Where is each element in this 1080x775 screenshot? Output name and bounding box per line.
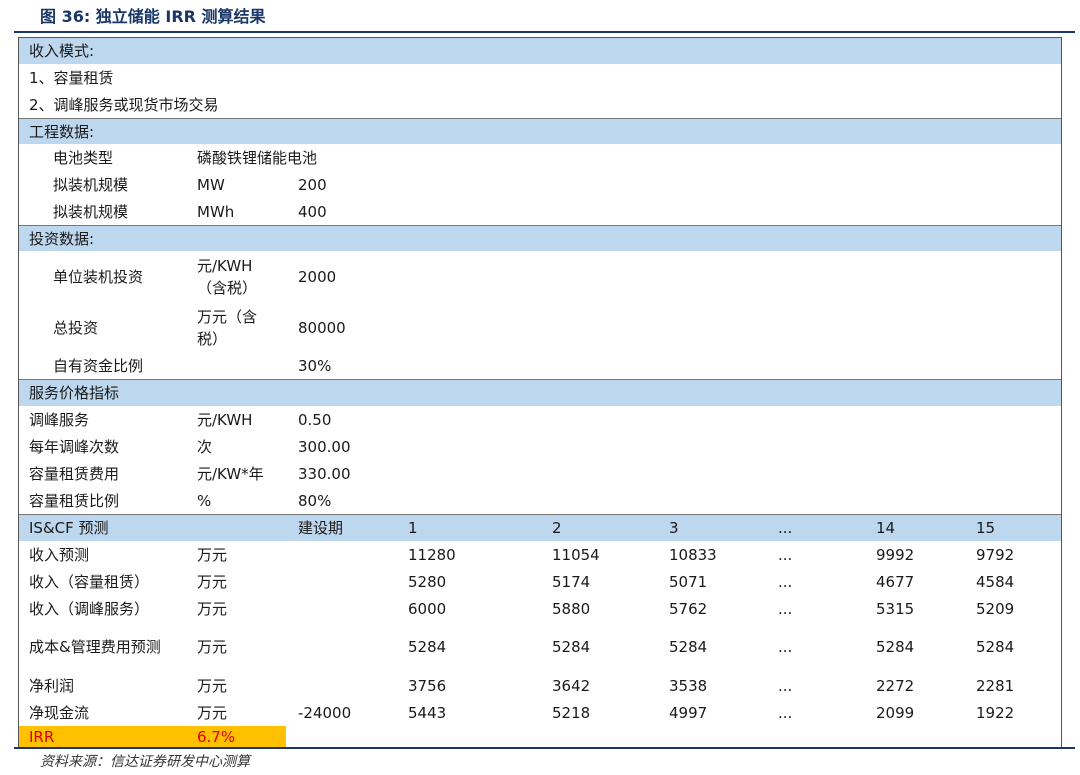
section-header-pricing: 服务价格指标	[19, 379, 1061, 406]
income-mode-item: 1、容量租赁	[29, 68, 114, 87]
pricing-row: 调峰服务 元/KWH 0.50	[29, 410, 332, 429]
top-rule	[14, 31, 1075, 33]
col-header: 15	[976, 519, 996, 537]
irr-row: IRR 6.7%	[19, 726, 1061, 748]
bottom-rule	[14, 747, 1075, 749]
forecast-row: 收入预测 万元 11280 11054 10833 ... 9992 9792	[29, 545, 1015, 564]
investment-row: 总投资 万元（含税） 80000	[53, 308, 346, 348]
forecast-row: 收入（调峰服务） 万元 6000 5880 5762 ... 5315 5209	[29, 599, 1015, 618]
forecast-row: 收入（容量租赁） 万元 5280 5174 5071 ... 4677 4584	[29, 572, 1015, 591]
section-header-engineering: 工程数据:	[19, 118, 1061, 144]
irr-label: IRR	[29, 728, 55, 746]
col-header: 1	[408, 519, 418, 537]
col-header: ...	[778, 519, 793, 537]
forecast-row: 净现金流 万元 -24000 5443 5218 4997 ... 2099 1…	[29, 703, 1015, 722]
pricing-row: 容量租赁费用 元/KW*年 330.00	[29, 464, 351, 483]
income-mode-item: 2、调峰服务或现货市场交易	[29, 95, 219, 114]
forecast-row: 成本&管理费用预测 万元 5284 5284 5284 ... 5284 528…	[29, 638, 1015, 656]
figure-title: 图 36: 独立储能 IRR 测算结果	[40, 7, 266, 26]
engineering-row: 拟装机规模 MW 200	[53, 175, 327, 194]
source-note: 资料来源：信达证券研发中心测算	[40, 754, 250, 770]
col-header: 3	[669, 519, 679, 537]
irr-value: 6.7%	[197, 728, 236, 746]
engineering-row: 拟装机规模 MWh 400	[53, 202, 327, 221]
forecast-header: IS&CF 预测 建设期 1 2 3 ... 14 15	[19, 514, 1061, 541]
investment-row: 自有资金比例 30%	[53, 357, 332, 375]
investment-row: 单位装机投资 元/KWH（含税） 2000	[53, 257, 337, 297]
col-header: 2	[552, 519, 562, 537]
col-header: 14	[876, 519, 896, 537]
forecast-row: 净利润 万元 3756 3642 3538 ... 2272 2281	[29, 676, 1015, 695]
pricing-row: 每年调峰次数 次 300.00	[29, 437, 351, 456]
section-header-investment: 投资数据:	[19, 225, 1061, 251]
section-header-income-mode: 收入模式:	[19, 38, 1061, 64]
col-header: 建设期	[298, 519, 344, 537]
pricing-row: 容量租赁比例 % 80%	[29, 491, 332, 510]
irr-table: 收入模式: 1、容量租赁 2、调峰服务或现货市场交易 工程数据: 电池类型 磷酸…	[18, 37, 1062, 748]
irr-highlight	[19, 726, 286, 748]
section-header-label: 收入模式:	[29, 42, 95, 60]
engineering-row: 电池类型 磷酸铁锂储能电池	[53, 148, 318, 167]
